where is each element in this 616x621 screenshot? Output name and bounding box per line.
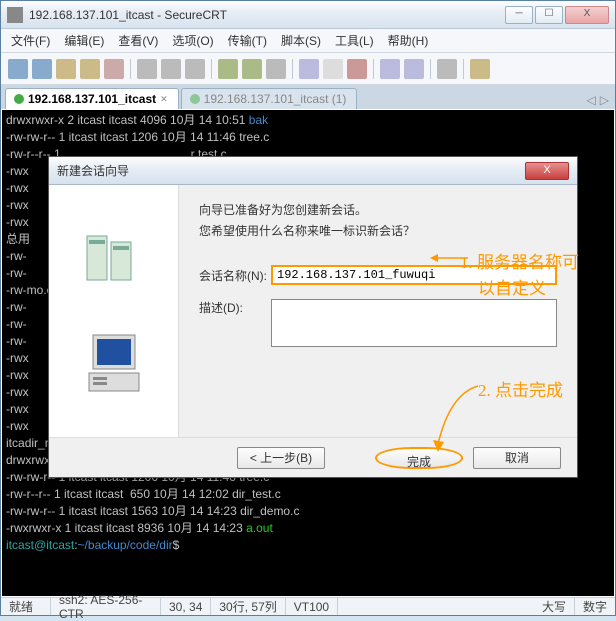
dialog-title: 新建会话向导 [57,162,525,179]
server-icon [74,223,154,293]
menu-view[interactable]: 查看(V) [112,30,164,51]
toolbar-icon[interactable] [185,59,205,79]
back-button[interactable]: < 上一步(B) [237,447,325,469]
toolbar-icon[interactable] [161,59,181,79]
menu-script[interactable]: 脚本(S) [275,30,327,51]
description-label: 描述(D): [199,299,271,316]
menu-tools[interactable]: 工具(L) [329,30,380,51]
toolbar-icon[interactable] [104,59,124,79]
menu-options[interactable]: 选项(O) [166,30,219,51]
dialog-intro-1: 向导已准备好为您创建新会话。 [199,201,557,218]
dialog-banner [49,185,179,437]
status-security: ssh2: AES-256-CTR [51,598,161,615]
maximize-button[interactable]: ☐ [535,6,563,24]
tab-label: 192.168.137.101_itcast (1) [204,92,347,106]
toolbar-icon[interactable] [299,59,319,79]
status-dot-icon [190,94,200,104]
annotation-1a: 1. 服务器名称可 [460,248,579,273]
toolbar-icon[interactable] [56,59,76,79]
status-ready: 就绪 [1,598,51,615]
menu-file[interactable]: 文件(F) [5,30,56,51]
dialog-titlebar: 新建会话向导 X [49,157,577,185]
menu-transfer[interactable]: 传输(T) [222,30,273,51]
tab-close-icon[interactable]: ✕ [160,94,168,105]
tab-active[interactable]: 192.168.137.101_itcast ✕ [5,88,179,109]
toolbar-icon[interactable] [347,59,367,79]
annotation-1b: 以自定义 [478,274,546,299]
dialog-close-button[interactable]: X [525,162,569,180]
description-input[interactable] [271,299,557,347]
toolbar-icon[interactable] [380,59,400,79]
status-num: 数字 [575,598,615,615]
tab-nav-left[interactable]: ◁ [585,91,598,109]
toolbar-icon[interactable] [266,59,286,79]
status-term: VT100 [286,598,338,615]
toolbar-icon[interactable] [137,59,157,79]
tab-label: 192.168.137.101_itcast [28,92,156,106]
status-size: 30行, 57列 [211,598,285,615]
cancel-button[interactable]: 取消 [473,447,561,469]
menu-help[interactable]: 帮助(H) [382,30,435,51]
finish-button[interactable]: 完成 [375,447,463,469]
toolbar-icon[interactable] [437,59,457,79]
annotation-2: 2. 点击完成 [478,376,563,401]
toolbar-icon[interactable] [8,59,28,79]
toolbar-icon[interactable] [242,59,262,79]
toolbar [1,53,615,85]
titlebar: 192.168.137.101_itcast - SecureCRT ─ ☐ X [1,1,615,29]
status-cursor: 30, 34 [161,598,211,615]
session-name-label: 会话名称(N): [199,267,271,284]
window-title: 192.168.137.101_itcast - SecureCRT [29,8,505,22]
status-dot-icon [14,94,24,104]
toolbar-icon[interactable] [32,59,52,79]
toolbar-icon[interactable] [323,59,343,79]
dialog-buttons: < 上一步(B) 完成 取消 [49,437,577,477]
computer-icon [74,329,154,399]
toolbar-icon[interactable] [218,59,238,79]
tab-inactive[interactable]: 192.168.137.101_itcast (1) [181,88,358,109]
status-caps: 大写 [534,598,575,615]
toolbar-icon[interactable] [404,59,424,79]
menu-edit[interactable]: 编辑(E) [58,30,110,51]
minimize-button[interactable]: ─ [505,6,533,24]
tab-nav-right[interactable]: ▷ [598,91,611,109]
tabbar: 192.168.137.101_itcast ✕ 192.168.137.101… [1,85,615,109]
app-icon [7,7,23,23]
toolbar-icon[interactable] [80,59,100,79]
close-button[interactable]: X [565,6,609,24]
new-session-wizard-dialog: 新建会话向导 X 向导已准备好为您创建新会话。 您希望使用什么名称来唯一标识新会… [48,156,578,478]
dialog-intro-2: 您希望使用什么名称来唯一标识新会话？ [199,222,557,239]
menubar: 文件(F) 编辑(E) 查看(V) 选项(O) 传输(T) 脚本(S) 工具(L… [1,29,615,53]
statusbar: 就绪 ssh2: AES-256-CTR 30, 34 30行, 57列 VT1… [1,597,615,615]
toolbar-icon[interactable] [470,59,490,79]
